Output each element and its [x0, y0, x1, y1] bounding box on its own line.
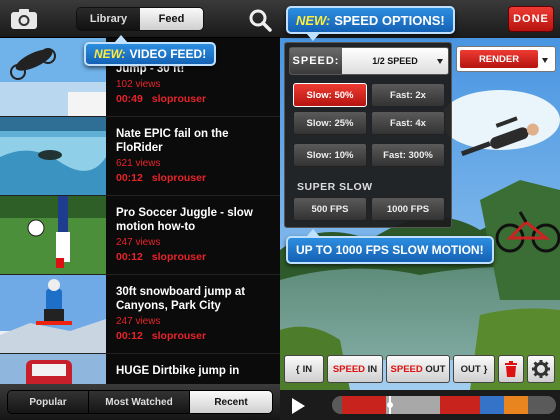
feed-item[interactable]: 30ft snowboard jump at Canyons, Park Cit… [0, 275, 280, 354]
speed-out-label-b: OUT [425, 363, 446, 375]
feed-filter-tabs: Popular Most Watched Recent [7, 390, 273, 414]
video-title-line-1: Pro Soccer Juggle - slow [116, 207, 253, 219]
speed-in-label-a: SPEED [332, 363, 366, 375]
video-user[interactable]: sloprouser [152, 93, 206, 105]
video-meta: 00:12 sloprouser [116, 251, 212, 263]
search-icon[interactable] [248, 8, 272, 32]
speed-options-panel: SPEED: 1/2 SPEED Slow: 50% Fast: 2x Slow… [284, 42, 452, 228]
feed-item[interactable]: Pro Soccer Juggle - slow motion how-to 2… [0, 196, 280, 275]
view-count: 102 views [116, 79, 161, 90]
tab-recent[interactable]: Recent [190, 391, 272, 413]
video-meta: 00:49 sloprouser [116, 93, 212, 105]
in-point-button[interactable]: {IN [284, 355, 324, 383]
speed-in-button[interactable]: SPEED IN [327, 355, 383, 383]
video-duration: 00:12 [116, 330, 143, 342]
speed-slow-50-button[interactable]: Slow: 50% [293, 83, 367, 107]
super-slow-heading: SUPER SLOW [297, 181, 373, 193]
video-user[interactable]: sloprouser [152, 251, 206, 263]
tab-most-watched[interactable]: Most Watched [88, 391, 190, 413]
chevron-down-icon [437, 59, 443, 64]
video-title: Pro Soccer Juggle - slow motion how-to [116, 206, 276, 234]
speed-fast-300-button[interactable]: Fast: 300% [371, 143, 445, 167]
video-thumbnail-snowboard [0, 275, 106, 353]
super-slow-1000fps-button[interactable]: 1000 FPS [371, 197, 445, 221]
callout-text: VIDEO FEED! [129, 47, 207, 61]
video-meta: 00:12 sloprouser [116, 172, 212, 184]
video-title-line-2: motion how-to [116, 221, 196, 233]
timeline-bar [280, 390, 560, 420]
library-feed-toggle: Library Feed [76, 7, 204, 31]
speed-editor-screen: DONE NEW: SPEED OPTIONS! SPEED: 1/2 SPEE… [280, 0, 560, 420]
render-button[interactable]: RENDER [459, 49, 539, 69]
out-label: OUT [460, 363, 481, 375]
video-feed-screen: Library Feed ...GE Bike Jump - 30 ft! 10… [0, 0, 280, 420]
video-title-line-1: 30ft snowboard jump at [116, 286, 246, 298]
video-meta: 00:12 sloprouser [116, 330, 212, 342]
new-label: NEW: [296, 12, 331, 28]
speed-value-text: 1/2 SPEED [372, 56, 418, 66]
gear-icon[interactable] [527, 355, 555, 383]
tab-feed[interactable]: Feed [140, 8, 203, 30]
feed-top-bar: Library Feed [0, 0, 280, 38]
speed-out-label-a: SPEED [390, 363, 423, 375]
speed-selector[interactable]: SPEED: 1/2 SPEED [289, 47, 449, 75]
video-thumbnail-florider [0, 117, 106, 195]
view-count: 247 views [116, 237, 161, 248]
trash-icon[interactable] [498, 355, 524, 383]
speed-fast-2x-button[interactable]: Fast: 2x [371, 83, 445, 107]
video-title: 30ft snowboard jump at Canyons, Park Cit… [116, 285, 276, 313]
video-title-line-2: FloRider [116, 142, 163, 154]
video-title: Nate EPIC fail on the FloRider [116, 127, 276, 155]
out-point-button[interactable]: OUT} [453, 355, 495, 383]
edit-controls-bar: {IN SPEED IN SPEED OUT OUT} [284, 354, 556, 384]
play-icon[interactable] [292, 398, 305, 414]
video-duration: 00:12 [116, 172, 143, 184]
view-count: 247 views [116, 316, 161, 327]
new-label: NEW: [94, 47, 126, 61]
video-title-line-1: Nate EPIC fail on the [116, 128, 229, 140]
video-feed-callout: NEW: VIDEO FEED! [84, 35, 217, 66]
video-user[interactable]: sloprouser [152, 172, 206, 184]
callout-text: UP TO 1000 FPS SLOW MOTION! [296, 243, 484, 257]
in-label: IN [302, 363, 313, 375]
video-thumbnail-soccer [0, 196, 106, 274]
speed-fast-4x-button[interactable]: Fast: 4x [371, 111, 445, 135]
speed-out-button[interactable]: SPEED OUT [386, 355, 450, 383]
view-count: 621 views [116, 158, 161, 169]
speed-slow-10-button[interactable]: Slow: 10% [293, 143, 367, 167]
feed-item[interactable]: Nate EPIC fail on the FloRider 621 views… [0, 117, 280, 196]
video-feed-list: ...GE Bike Jump - 30 ft! 102 views 00:49… [0, 38, 280, 420]
super-slow-500fps-button[interactable]: 500 FPS [293, 197, 367, 221]
speed-slow-25-button[interactable]: Slow: 25% [293, 111, 367, 135]
chevron-down-icon [542, 58, 548, 63]
video-title-line-1: HUGE Dirtbike jump in [116, 365, 240, 377]
video-title-line-2: Canyons, Park City [116, 300, 221, 312]
tab-popular[interactable]: Popular [8, 391, 88, 413]
done-button[interactable]: DONE [508, 6, 554, 32]
feed-filter-bar: Popular Most Watched Recent [0, 384, 280, 420]
video-title: HUGE Dirtbike jump in [116, 364, 276, 378]
fps-callout: UP TO 1000 FPS SLOW MOTION! [286, 229, 494, 264]
video-duration: 00:12 [116, 251, 143, 263]
tab-library[interactable]: Library [77, 8, 140, 30]
speed-label: SPEED: [290, 48, 342, 74]
speed-value[interactable]: 1/2 SPEED [342, 48, 448, 74]
timeline-segments [332, 396, 556, 414]
video-user[interactable]: sloprouser [152, 330, 206, 342]
speed-in-label-b: IN [367, 363, 378, 375]
camera-icon[interactable] [10, 7, 38, 31]
timeline-scrubber[interactable] [332, 396, 556, 414]
render-selector[interactable]: RENDER [456, 46, 556, 72]
speed-options-callout: NEW: SPEED OPTIONS! [286, 6, 455, 41]
callout-text: SPEED OPTIONS! [334, 12, 445, 28]
video-duration: 00:49 [116, 93, 143, 105]
